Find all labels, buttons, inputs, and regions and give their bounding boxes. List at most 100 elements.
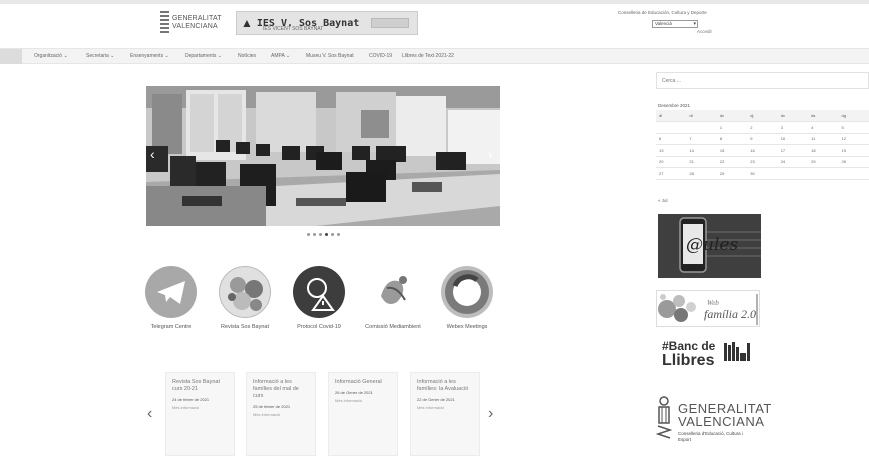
calendar-day: 24 bbox=[777, 156, 809, 168]
news-title[interactable]: Informació a les famílies del mal de cur… bbox=[253, 379, 309, 400]
circle-label: Telegram Centre bbox=[150, 324, 192, 330]
familia-logo-text: família 2.0 bbox=[704, 307, 756, 321]
calendar-day bbox=[656, 121, 687, 134]
search-input[interactable] bbox=[656, 72, 869, 89]
language-select[interactable]: Valencià ▾ bbox=[652, 20, 698, 28]
link-covid[interactable]: Protocol Covid-19 bbox=[282, 266, 356, 331]
familia-dots-icon: Web família 2.0 bbox=[658, 294, 758, 325]
news-next-icon[interactable]: › bbox=[488, 405, 493, 423]
generalitat-logo-line1: GENERALITAT bbox=[172, 15, 222, 22]
generalitat-bottom-logo[interactable]: GENERALITAT VALENCIANA Conselleria d'Edu… bbox=[656, 394, 771, 454]
calendar-row: 13 14 15 16 17 18 19 bbox=[656, 144, 869, 157]
slider-prev-icon[interactable]: ‹ bbox=[150, 146, 155, 162]
nav-item-secretaria[interactable]: Secretaria ⌄ bbox=[86, 53, 114, 59]
news-card[interactable]: Informació a les famílies: la Avaluació … bbox=[410, 372, 480, 456]
nav-home-button[interactable] bbox=[0, 49, 22, 64]
aules-banner[interactable]: @ules bbox=[658, 214, 761, 278]
nav-item-departaments[interactable]: Departaments ⌄ bbox=[185, 53, 222, 59]
calendar-day: 23 bbox=[747, 156, 778, 168]
news-title[interactable]: Informació General bbox=[335, 379, 391, 386]
chevron-down-icon: ▾ bbox=[693, 21, 696, 27]
login-link[interactable]: Accedir bbox=[697, 29, 712, 34]
calendar-day: 20 bbox=[656, 156, 687, 168]
slider-dots bbox=[307, 233, 340, 236]
calendar-day: 22 bbox=[716, 156, 748, 168]
news-more-link[interactable]: Més informació bbox=[417, 405, 473, 410]
calendar-day: 19 bbox=[838, 144, 869, 157]
calendar-day: 17 bbox=[777, 144, 809, 157]
calendar-day bbox=[808, 167, 839, 180]
news-more-link[interactable]: Més informació bbox=[172, 405, 228, 410]
news-title[interactable]: Revista Sos Baynat curs 20-21 bbox=[172, 379, 228, 393]
news-more-link[interactable]: Més informació bbox=[335, 398, 391, 403]
books-icon bbox=[724, 342, 750, 361]
slider-dot[interactable] bbox=[319, 233, 322, 236]
generalitat-subtitle: Conselleria d'Educació, Cultura i Esport bbox=[678, 431, 743, 442]
news-date: 26 de Gener de 2021 bbox=[335, 390, 373, 395]
familia-logo-small: Web bbox=[707, 299, 719, 307]
calendar-day: 28 bbox=[686, 167, 717, 180]
nav-item-llibres[interactable]: Llibres de Text 2021-22 bbox=[402, 53, 454, 59]
slider-dot[interactable] bbox=[337, 233, 340, 236]
calendar-header: dt bbox=[686, 110, 717, 122]
generalitat-crest-icon bbox=[160, 11, 169, 35]
school-banner[interactable]: ▲ IES V. Sos Baynat IES VICENT SOS BAYNA… bbox=[236, 11, 418, 35]
link-telegram[interactable]: Telegram Centre bbox=[134, 266, 208, 331]
nav-item-ensenyaments[interactable]: Ensenyaments ⌄ bbox=[130, 53, 169, 59]
circle-label: Webex Meetings bbox=[446, 324, 488, 330]
news-card[interactable]: Informació a les famílies del mal de cur… bbox=[246, 372, 316, 456]
generalitat-logo-line2: VALENCIANA bbox=[172, 23, 218, 30]
familia-banner[interactable]: Web família 2.0 bbox=[656, 290, 760, 327]
link-mediambient[interactable]: Comissió Mediambient bbox=[356, 266, 430, 331]
nav-item-organitzacio[interactable]: Organització ⌄ bbox=[34, 53, 68, 59]
calendar-day: 14 bbox=[686, 144, 717, 157]
calendar-day: 18 bbox=[808, 144, 839, 157]
conselleria-link[interactable]: Conselleria de Educación, Cultura y Depo… bbox=[618, 10, 707, 15]
calendar-header: ds bbox=[808, 110, 839, 122]
calendar-header: dc bbox=[716, 110, 748, 122]
environment-icon bbox=[367, 266, 419, 318]
slider-dot[interactable] bbox=[331, 233, 334, 236]
link-revista[interactable]: Revista Sos Baynat bbox=[208, 266, 282, 331]
link-webex[interactable]: Webex Meetings bbox=[430, 266, 504, 331]
news-more-link[interactable]: Més informació bbox=[253, 412, 309, 417]
aules-logo-text: @ules bbox=[686, 235, 738, 255]
calendar-row: 20 21 22 23 24 25 26 bbox=[656, 156, 869, 168]
slider-next-icon[interactable]: › bbox=[488, 146, 493, 162]
nav-item-covid[interactable]: COVID-19 bbox=[369, 53, 392, 59]
calendar-day: 3 bbox=[777, 121, 809, 134]
calendar-day: 26 bbox=[838, 156, 869, 168]
calendar-caption: Desembre 2021 bbox=[658, 103, 691, 108]
calendar-header: dv bbox=[777, 110, 809, 122]
news-date: 25 de febrer de 2021 bbox=[253, 404, 291, 409]
calendar-day bbox=[686, 121, 717, 134]
news-date: 22 de Gener de 2021 bbox=[417, 397, 455, 402]
calendar-day: 1 bbox=[716, 121, 748, 134]
nav-item-noticies[interactable]: Notícies bbox=[238, 53, 256, 59]
calendar-day: 15 bbox=[716, 144, 748, 157]
news-prev-icon[interactable]: ‹ bbox=[147, 405, 152, 423]
nav-item-museu[interactable]: Museu V. Sos Baynat bbox=[306, 53, 354, 59]
nav-item-ampa[interactable]: AMPA ⌄ bbox=[271, 53, 290, 59]
main-nav: Organització ⌄ Secretaria ⌄ Ensenyaments… bbox=[0, 48, 869, 64]
circle-label: Comissió Mediambient bbox=[365, 324, 421, 330]
calendar-day: 6 bbox=[656, 133, 687, 145]
slider-dot[interactable] bbox=[313, 233, 316, 236]
slider-dot-active[interactable] bbox=[325, 233, 328, 236]
calendar-day: 11 bbox=[808, 133, 839, 145]
top-strip bbox=[0, 0, 869, 4]
generalitat-name-line2: VALENCIANA bbox=[678, 414, 765, 429]
calendar-day: 25 bbox=[808, 156, 839, 168]
magazine-icon bbox=[219, 266, 271, 318]
news-title[interactable]: Informació a les famílies: la Avaluació bbox=[417, 379, 473, 393]
news-card[interactable]: Informació General 26 de Gener de 2021 M… bbox=[328, 372, 398, 456]
calendar-row: 27 28 29 30 bbox=[656, 167, 869, 180]
calendar-day: 30 bbox=[747, 167, 778, 180]
generalitat-logo[interactable]: GENERALITAT VALENCIANA bbox=[160, 10, 230, 36]
image-slider[interactable] bbox=[146, 86, 500, 226]
banc-llibres-banner[interactable]: #Banc de Llibres bbox=[662, 339, 758, 379]
news-card[interactable]: Revista Sos Baynat curs 20-21 24 de febr… bbox=[165, 372, 235, 456]
slider-dot[interactable] bbox=[307, 233, 310, 236]
ship-icon: ▲ bbox=[241, 16, 253, 30]
calendar-prev-link[interactable]: « Jul bbox=[658, 198, 668, 203]
